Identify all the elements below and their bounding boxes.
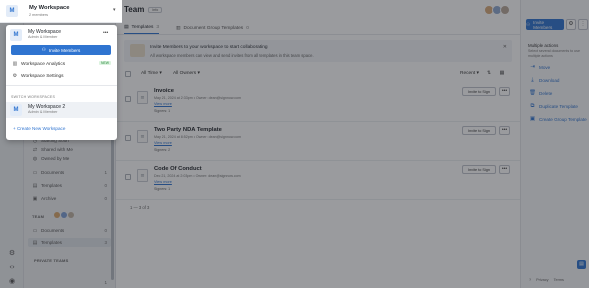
create-workspace-link[interactable]: + Create New Workspace (13, 126, 65, 131)
workspace-avatar: M (6, 5, 18, 17)
workspace-name: My Workspace (29, 5, 70, 11)
current-workspace-role: Admin & Member (28, 35, 58, 39)
more-icon[interactable]: ••• (103, 30, 108, 36)
workspace-analytics-item[interactable]: ▥ Workspace Analytics (12, 61, 66, 67)
workspace-selector[interactable]: M My Workspace 2 members ▾ (0, 0, 122, 23)
workspace-menu: M My Workspace Admin & Member ••• ⚇ Invit… (6, 25, 117, 140)
invite-members-button[interactable]: ⚇ Invite Members (11, 45, 111, 55)
user-plus-icon: ⚇ (41, 47, 46, 52)
chevron-down-icon: ▾ (113, 7, 116, 13)
workspace-settings-item[interactable]: ⚙ Workspace Settings (12, 73, 64, 79)
divider (6, 85, 117, 86)
workspace-members: 2 members (29, 13, 48, 17)
switch-workspaces-header: SWITCH WORKSPACES (11, 95, 56, 99)
gear-icon: ⚙ (12, 73, 18, 79)
analytics-icon: ▥ (12, 61, 18, 67)
workspace-option[interactable]: M My Workspace 2 Admin & Member (6, 102, 117, 118)
workspace-avatar: M (10, 104, 22, 116)
new-badge: NEW (99, 61, 111, 65)
workspace-option-role: Admin & Member (28, 110, 58, 114)
workspace-avatar: M (10, 29, 22, 41)
